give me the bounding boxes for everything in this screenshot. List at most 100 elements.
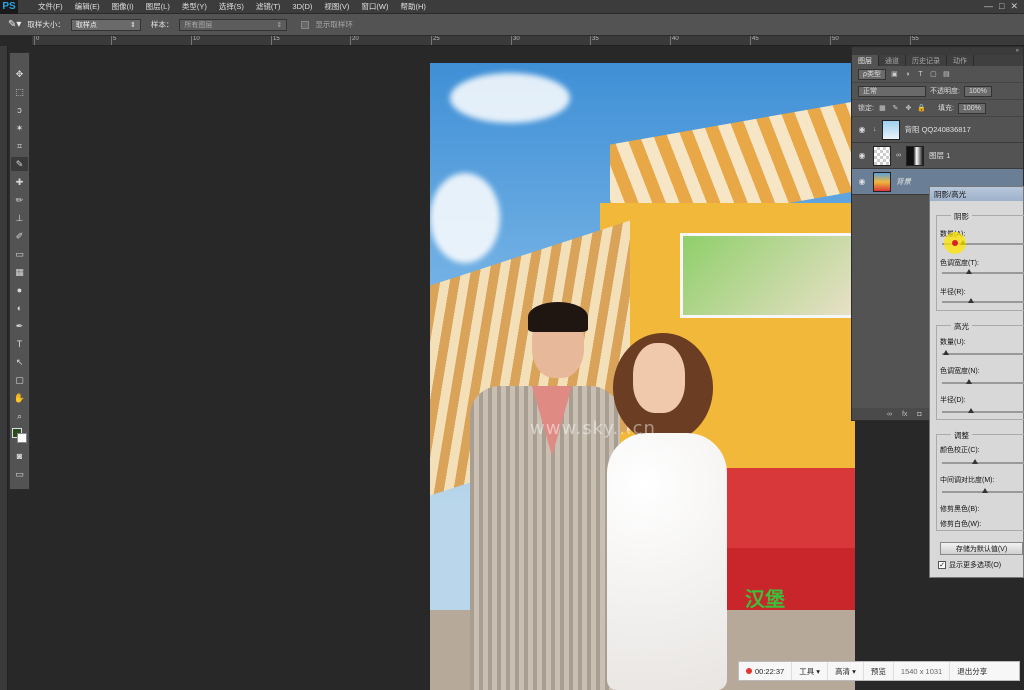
- crop-icon[interactable]: ⌗: [11, 139, 28, 153]
- shape-filter-icon[interactable]: ▢: [929, 70, 938, 79]
- smart-object-filter-icon[interactable]: ▤: [942, 70, 951, 79]
- slider-knob[interactable]: [968, 298, 974, 303]
- fill-label: 填充:: [937, 105, 954, 112]
- shadows-radius-slider[interactable]: [942, 298, 1024, 303]
- zoom-icon[interactable]: ⌕: [11, 409, 28, 423]
- pixel-filter-icon[interactable]: ▣: [890, 70, 899, 79]
- brush-icon[interactable]: ✏: [11, 193, 28, 207]
- options-bar: ✎▾ 取样大小： 取样点 ⇕ 样本： 所有图层 ⇕ 显示取样环: [0, 14, 1024, 36]
- menu-help[interactable]: 帮助(H): [395, 1, 432, 12]
- slider-knob[interactable]: [968, 408, 974, 413]
- mask-icon[interactable]: ◘: [917, 411, 921, 418]
- slider-knob[interactable]: [966, 269, 972, 274]
- stamp-icon[interactable]: ⊥: [11, 211, 28, 225]
- menu-edit[interactable]: 编辑(E): [69, 1, 106, 12]
- eraser-icon[interactable]: ▭: [11, 247, 28, 261]
- menu-select[interactable]: 选择(S): [213, 1, 250, 12]
- tab-history[interactable]: 历史记录: [906, 55, 947, 66]
- show-ring-checkbox[interactable]: [301, 20, 310, 29]
- document-image[interactable]: 汉堡 www.sky...cn: [430, 63, 855, 690]
- midtone-contrast-slider[interactable]: [942, 488, 1024, 493]
- highlights-tone-slider[interactable]: [942, 379, 1024, 384]
- shadows-tone-label: 色调宽度(T):: [940, 260, 979, 267]
- menu-file[interactable]: 文件(F): [32, 1, 69, 12]
- link-icon[interactable]: ∞: [887, 411, 892, 418]
- tab-channels[interactable]: 通道: [879, 55, 906, 66]
- resolution-readout: 1540 x 1031: [894, 662, 951, 680]
- quality-menu-button[interactable]: 高清 ▾: [828, 662, 864, 680]
- lock-transparent-icon[interactable]: ▦: [878, 104, 887, 113]
- menu-window[interactable]: 窗口(W): [355, 1, 394, 12]
- eyedropper-icon[interactable]: ✎: [11, 157, 28, 171]
- sample-dropdown[interactable]: 所有图层 ⇕: [179, 18, 288, 31]
- show-more-checkbox[interactable]: ✓: [938, 561, 946, 569]
- save-default-button[interactable]: 存储为默认值(V): [940, 542, 1023, 555]
- exit-share-button[interactable]: 退出分享: [950, 662, 994, 680]
- menu-layer[interactable]: 图层(L): [140, 1, 176, 12]
- layer-mask-thumbnail[interactable]: [906, 145, 924, 166]
- eye-icon[interactable]: ◉: [856, 151, 868, 160]
- adjustment-filter-icon[interactable]: ◑: [903, 70, 912, 79]
- slider-knob[interactable]: [966, 379, 972, 384]
- layer-row[interactable]: ◉ ↓ 背阻 QQ240836817: [852, 117, 1023, 143]
- menu-image[interactable]: 图像(I): [106, 1, 140, 12]
- color-correction-slider[interactable]: [942, 459, 1024, 464]
- ruler-tick: 10: [191, 36, 200, 45]
- opacity-field[interactable]: 100%: [963, 85, 992, 97]
- close-icon[interactable]: ✕: [1010, 1, 1018, 12]
- fill-field[interactable]: 100%: [957, 102, 986, 114]
- dodge-icon[interactable]: ◐: [11, 301, 28, 315]
- type-icon[interactable]: T: [11, 337, 28, 351]
- menu-view[interactable]: 视图(V): [318, 1, 355, 12]
- preview-button[interactable]: 预览: [864, 662, 894, 680]
- screen-mode-icon[interactable]: ▭: [11, 467, 28, 481]
- double-chevron-icon[interactable]: »: [1016, 48, 1019, 54]
- lock-all-icon[interactable]: 🔒: [917, 104, 926, 113]
- slider-knob[interactable]: [982, 488, 988, 493]
- shape-icon[interactable]: ▢: [11, 373, 28, 387]
- slider-knob[interactable]: [972, 459, 978, 464]
- panel-collapse-bar[interactable]: »: [852, 47, 1023, 55]
- hand-icon[interactable]: ✋: [11, 391, 28, 405]
- shadows-tone-slider[interactable]: [942, 269, 1024, 274]
- menu-type[interactable]: 类型(Y): [176, 1, 213, 12]
- magic-wand-icon[interactable]: ✶: [11, 121, 28, 135]
- slider-knob[interactable]: [943, 350, 949, 355]
- highlights-radius-slider[interactable]: [942, 408, 1024, 413]
- cloud: [450, 73, 570, 123]
- eye-icon[interactable]: ◉: [856, 125, 868, 134]
- kind-filter-dropdown[interactable]: ρ类型: [858, 68, 886, 80]
- maximize-icon[interactable]: □: [999, 1, 1004, 12]
- menu-filter[interactable]: 滤镜(T): [250, 1, 287, 12]
- minimize-icon[interactable]: —: [984, 1, 993, 12]
- background-color-swatch[interactable]: [17, 433, 27, 443]
- pen-icon[interactable]: ✒: [11, 319, 28, 333]
- fx-icon[interactable]: fx: [902, 411, 907, 418]
- blur-icon[interactable]: ●: [11, 283, 28, 297]
- show-more-options-row[interactable]: ✓ 显示更多选项(O): [938, 560, 1001, 570]
- tab-layers[interactable]: 图层: [852, 55, 879, 66]
- type-filter-icon[interactable]: T: [916, 70, 925, 79]
- sample-size-dropdown[interactable]: 取样点 ⇕: [70, 18, 141, 31]
- lock-pixels-icon[interactable]: ✎: [891, 104, 900, 113]
- healing-icon[interactable]: ✚: [11, 175, 28, 189]
- blend-mode-dropdown[interactable]: 正常: [858, 85, 926, 97]
- ruler-tick: 40: [670, 36, 679, 45]
- color-swatches[interactable]: [11, 427, 28, 445]
- tools-menu-button[interactable]: 工具 ▾: [792, 662, 829, 680]
- dialog-title[interactable]: 阴影/高光: [930, 187, 1023, 201]
- gradient-icon[interactable]: ▦: [11, 265, 28, 279]
- lasso-icon[interactable]: ↄ: [11, 103, 28, 117]
- eyedropper-icon[interactable]: ✎▾: [8, 19, 21, 30]
- menu-3d[interactable]: 3D(D): [286, 2, 318, 11]
- tab-actions[interactable]: 动作: [947, 55, 974, 66]
- layer-row[interactable]: ◉ ∞ 图层 1: [852, 143, 1023, 169]
- lock-position-icon[interactable]: ✥: [904, 104, 913, 113]
- marquee-icon[interactable]: ⬚: [11, 85, 28, 99]
- highlights-amount-slider[interactable]: [942, 350, 1024, 355]
- history-brush-icon[interactable]: ✐: [11, 229, 28, 243]
- move-icon[interactable]: ✥: [11, 67, 28, 81]
- path-select-icon[interactable]: ↖: [11, 355, 28, 369]
- eye-icon[interactable]: ◉: [856, 177, 868, 186]
- quick-mask-icon[interactable]: ◙: [11, 449, 28, 463]
